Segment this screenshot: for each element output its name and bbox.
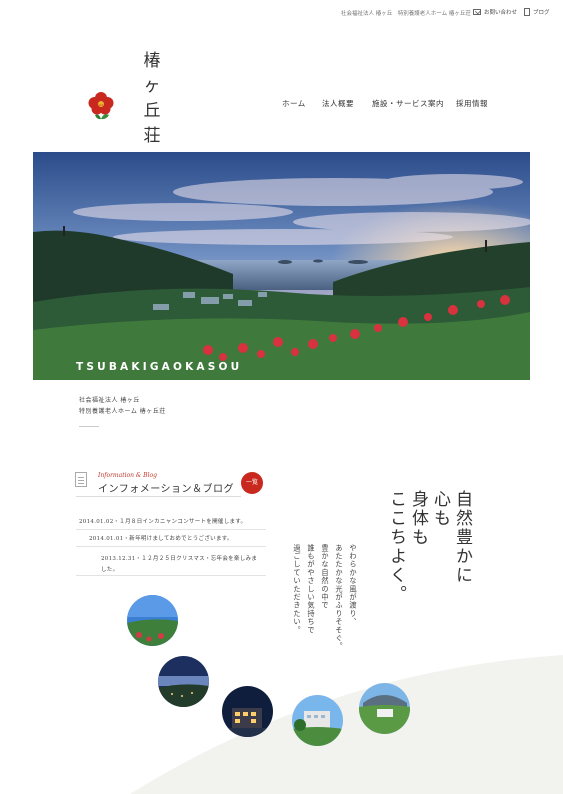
headline-line: ここちよく。 <box>386 490 406 604</box>
hero-image <box>33 152 530 380</box>
photo-circle[interactable] <box>158 656 209 707</box>
nav-home[interactable]: ホーム <box>282 98 306 109</box>
document-icon <box>524 8 530 16</box>
camellia-icon[interactable]: III <box>87 91 115 123</box>
nav-recruit[interactable]: 採用情報 <box>456 98 488 109</box>
blog-link[interactable]: ブログ <box>524 8 550 16</box>
nav-corporate[interactable]: 法人概要 <box>322 98 354 109</box>
intro-copy: やわらかな風が渡り、 あたたかな光がふりそそぐ。 豊かな自然の中で 誰もがやさし… <box>290 544 360 654</box>
body-line: あたたかな光がふりそそぐ。 <box>335 544 344 651</box>
org-facility: 特別養護老人ホーム 椿ヶ丘荘 <box>79 408 166 415</box>
body-line: やわらかな風が渡り、 <box>349 544 358 626</box>
logo-char: 椿 <box>143 51 161 71</box>
blog-subtitle: Information & Blog <box>98 472 157 479</box>
headline-line: 心も <box>430 490 450 528</box>
body-line: 豊かな自然の中で <box>321 544 330 610</box>
headline-line: 自然豊かに <box>452 490 472 585</box>
photo-circle[interactable] <box>222 686 273 737</box>
top-org-name: 社会福祉法人 椿ヶ丘 特別養護老人ホーム 椿ヶ丘荘 <box>341 11 471 17</box>
blog-label: ブログ <box>533 10 550 16</box>
body-line: 過ごしていただきたい。 <box>293 544 302 635</box>
headline-line: 身体も <box>408 490 428 547</box>
nav-facility-services[interactable]: 施設・サービス案内 <box>372 98 444 109</box>
photo-circle[interactable] <box>359 683 410 734</box>
logo-char: 荘 <box>143 126 161 146</box>
photo-circle[interactable] <box>127 595 178 646</box>
hero-caption: TSUBAKIGAOKASOU <box>76 361 243 373</box>
contact-label: お問い合わせ <box>484 10 518 16</box>
logo-char: 丘 <box>143 101 161 121</box>
logo-char: ヶ <box>143 76 161 96</box>
body-line: 誰もがやさしい気持ちで <box>307 544 316 635</box>
background-swoosh <box>130 655 563 794</box>
photo-circle[interactable] <box>292 695 343 746</box>
org-corporation: 社会福祉法人 椿ヶ丘 <box>79 397 140 404</box>
mail-icon <box>473 9 481 15</box>
divider <box>79 426 99 427</box>
contact-link[interactable]: お問い合わせ <box>473 8 517 16</box>
hero-headline: 自然豊かに 心も 身体も ここちよく。 <box>385 490 473 630</box>
logo-wordmark[interactable]: 椿 ヶ 丘 荘 <box>141 49 163 149</box>
